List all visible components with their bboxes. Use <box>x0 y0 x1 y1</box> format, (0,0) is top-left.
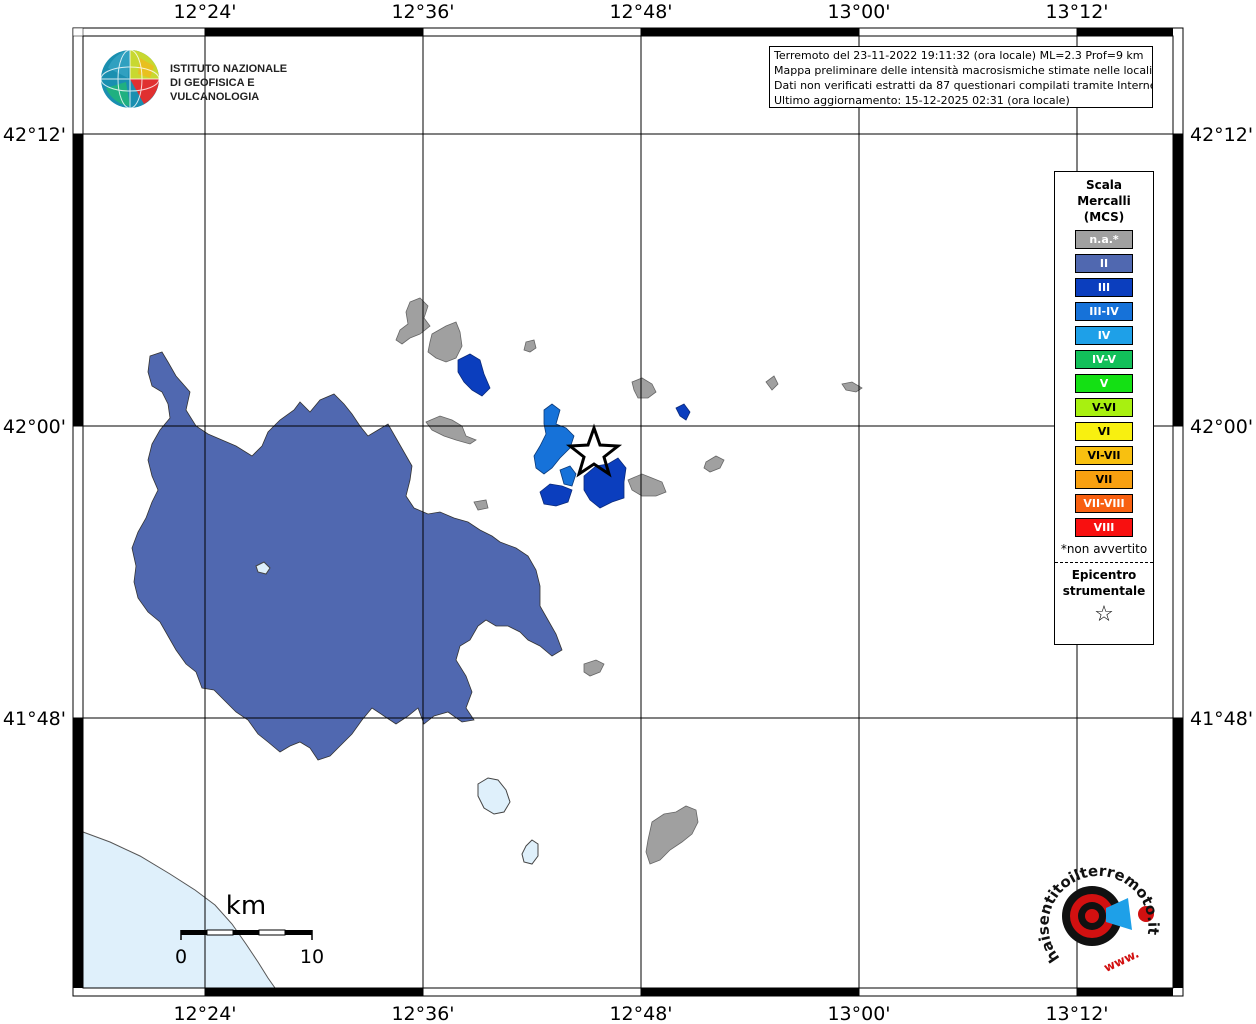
ingv-name-line1: ISTITUTO NAZIONALE <box>170 63 288 75</box>
info-line-3: Dati non verificati estratti da 87 quest… <box>774 79 1153 92</box>
lon-label-top-2: 12°48' <box>609 1 672 23</box>
nf-area-11 <box>583 659 605 677</box>
legend-title-line3: (MCS) <box>1083 210 1125 224</box>
iii-iv-area-2 <box>559 465 577 487</box>
iii-area-1 <box>457 353 491 397</box>
nf-area-4 <box>631 377 657 399</box>
legend-item-12: VIII <box>1075 518 1133 537</box>
info-line-4: Ultimo aggiornamento: 15-12-2025 02:31 (… <box>774 94 1070 107</box>
lon-label-top-1: 12°36' <box>391 1 454 23</box>
nf-area-5 <box>765 375 779 391</box>
lat-label-right-0: 42°12' <box>1190 124 1253 146</box>
legend-items: n.a.* II III III-IV IV IV-V V V-VI VI VI-VII VII VI… <box>1055 230 1153 537</box>
seismograph-logo-icon: haisentitoilterremoto.it www. <box>1034 862 1162 975</box>
lat-label-right-2: 41°48' <box>1190 708 1253 730</box>
legend-item-4: IV <box>1075 326 1133 345</box>
haisentito-logo: haisentitoilterremoto.it www. <box>1030 860 1170 980</box>
legend-epi-line1: Epicentro <box>1071 568 1137 582</box>
info-line-2: Mappa preliminare delle intensità macros… <box>774 64 1153 77</box>
nf-area-10 <box>473 499 489 511</box>
lat-label-left-1: 42°00' <box>3 416 66 438</box>
ingv-name: ISTITUTO NAZIONALE DI GEOFISICA E VULCAN… <box>170 62 330 104</box>
nf-area-12 <box>645 805 699 865</box>
lon-label-bottom-1: 12°36' <box>391 1003 454 1024</box>
legend-star-icon: ☆ <box>1094 602 1114 627</box>
lon-label-top-3: 13°00' <box>827 1 890 23</box>
legend-item-8: VI <box>1075 422 1133 441</box>
lon-label-top-4: 13°12' <box>1045 1 1108 23</box>
scale-end: 10 <box>300 946 324 968</box>
ingv-name-line2: DI GEOFISICA E VULCANOLOGIA <box>170 77 260 103</box>
iii-area-2 <box>675 403 691 421</box>
iii-area-3 <box>539 483 573 507</box>
event-info-box: Terremoto del 23-11-2022 19:11:32 (ora l… <box>769 46 1153 108</box>
lat-label-left-2: 41°48' <box>3 708 66 730</box>
globe-icon <box>100 49 160 109</box>
lon-label-bottom-0: 12°24' <box>173 1003 236 1024</box>
legend-item-0: n.a.* <box>1075 230 1133 249</box>
legend-title-line1: Scala <box>1085 178 1123 192</box>
lat-label-left-0: 42°12' <box>3 124 66 146</box>
legend-item-7: V-VI <box>1075 398 1133 417</box>
lat-label-right-1: 42°00' <box>1190 416 1253 438</box>
legend-item-3: III-IV <box>1075 302 1133 321</box>
legend-epicenter-label: Epicentro strumentale <box>1055 567 1153 599</box>
scale-start: 0 <box>175 946 187 968</box>
lon-label-bottom-3: 13°00' <box>827 1003 890 1024</box>
ingv-logo: ISTITUTO NAZIONALE DI GEOFISICA E VULCAN… <box>100 48 330 110</box>
watermark-www: www. <box>1102 947 1142 975</box>
intensity-legend: Scala Mercalli (MCS) n.a.* II III III-IV IV I… <box>1054 171 1154 645</box>
nf-area-2 <box>427 321 463 363</box>
nf-area-7 <box>703 455 725 473</box>
scale-unit: km <box>226 891 266 921</box>
legend-item-2: III <box>1075 278 1133 297</box>
iii-iv-area <box>533 403 575 475</box>
legend-epi-line2: strumentale <box>1062 584 1146 598</box>
lon-label-bottom-4: 13°12' <box>1045 1003 1108 1024</box>
nf-area-3 <box>523 339 537 353</box>
nf-area-9 <box>425 415 477 445</box>
legend-item-6: V <box>1075 374 1133 393</box>
legend-title: Scala Mercalli (MCS) <box>1055 177 1153 225</box>
legend-note: *non avvertito <box>1060 542 1148 556</box>
legend-title-line2: Mercalli <box>1077 194 1131 208</box>
lake-1 <box>477 777 511 815</box>
legend-item-11: VII-VIII <box>1075 494 1133 513</box>
nf-area-8 <box>627 473 667 497</box>
nf-area-1 <box>395 297 431 345</box>
legend-separator <box>1055 562 1153 563</box>
lon-label-top-0: 12°24' <box>173 1 236 23</box>
legend-item-1: II <box>1075 254 1133 273</box>
lake-2 <box>521 839 539 865</box>
legend-item-5: IV-V <box>1075 350 1133 369</box>
lon-label-bottom-2: 12°48' <box>609 1003 672 1024</box>
legend-item-9: VI-VII <box>1075 446 1133 465</box>
legend-item-10: VII <box>1075 470 1133 489</box>
info-line-1: Terremoto del 23-11-2022 19:11:32 (ora l… <box>774 49 1144 62</box>
intensity-ii-area-rome <box>131 351 563 761</box>
